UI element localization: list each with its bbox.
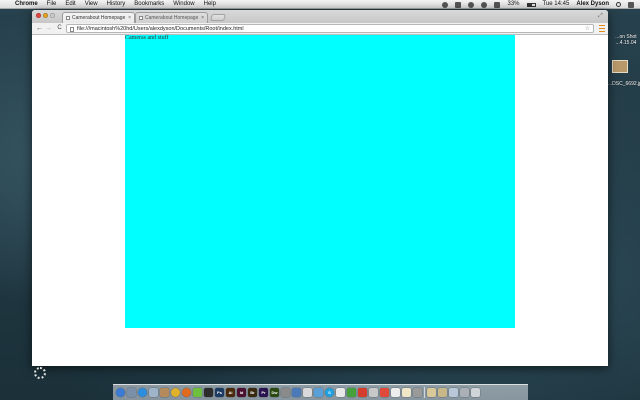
menu-user[interactable]: Alex Dyson xyxy=(576,0,609,9)
app-icon[interactable] xyxy=(281,388,290,397)
app-icon[interactable] xyxy=(347,388,356,397)
desktop-item-label: ...DSC_6692.jpg xyxy=(608,81,640,87)
app-icon[interactable] xyxy=(204,388,213,397)
chrome-icon[interactable] xyxy=(171,388,180,397)
address-bar-input[interactable]: file:///macintosh%20hd/Users/alexdyson/D… xyxy=(66,24,594,33)
safari-icon[interactable] xyxy=(138,388,147,397)
dreamweaver-icon[interactable]: Dw xyxy=(270,388,279,397)
indesign-icon[interactable]: Id xyxy=(237,388,246,397)
notification-center-icon[interactable] xyxy=(628,1,634,8)
page-heading-text: Cameras and stuff xyxy=(125,35,169,41)
time-machine-icon[interactable] xyxy=(455,1,462,8)
itunes-icon[interactable] xyxy=(193,388,202,397)
reload-button[interactable]: C xyxy=(55,24,64,33)
loading-spinner-icon xyxy=(34,367,46,379)
page-favicon-icon xyxy=(66,16,70,20)
photoshop-icon[interactable]: Ps xyxy=(215,388,224,397)
page-content-box: Cameras and stuff xyxy=(125,35,515,328)
folder-icon[interactable] xyxy=(427,388,436,397)
menu-file[interactable]: File xyxy=(47,0,57,9)
app-icon[interactable] xyxy=(314,388,323,397)
volume-icon[interactable] xyxy=(494,1,501,8)
menu-app-name[interactable]: Chrome xyxy=(15,0,38,9)
app-icon[interactable] xyxy=(460,388,469,397)
menu-edit[interactable]: Edit xyxy=(65,0,75,9)
contacts-icon[interactable] xyxy=(160,388,169,397)
close-tab-icon[interactable]: × xyxy=(201,13,204,23)
finder-icon[interactable] xyxy=(116,388,125,397)
chrome-window: Camerabout Homepage × Camerabout Homepag… xyxy=(32,10,608,366)
menu-bookmarks[interactable]: Bookmarks xyxy=(134,0,164,9)
app-icon[interactable] xyxy=(292,388,301,397)
bluetooth-icon[interactable] xyxy=(468,1,475,8)
tab-title: Camerabout Homepage xyxy=(145,15,199,21)
page-favicon-icon xyxy=(139,16,143,20)
zoom-window-button[interactable] xyxy=(50,13,55,18)
premiere-icon[interactable]: Pr xyxy=(259,388,268,397)
skype-icon[interactable]: S xyxy=(325,388,334,397)
close-tab-icon[interactable]: × xyxy=(128,13,131,23)
wifi-icon[interactable] xyxy=(481,1,488,8)
address-bar-url: file:///macintosh%20hd/Users/alexdyson/D… xyxy=(77,26,244,32)
menu-window[interactable]: Window xyxy=(173,0,194,9)
battery-icon[interactable] xyxy=(526,2,536,7)
app-icon[interactable] xyxy=(413,388,422,397)
app-icon[interactable] xyxy=(402,388,411,397)
minimize-window-button[interactable] xyxy=(43,13,48,18)
firefox-icon[interactable] xyxy=(182,388,191,397)
new-tab-button[interactable] xyxy=(210,14,226,21)
menu-bar-left: Chrome File Edit View History Bookmarks … xyxy=(6,0,216,9)
spotlight-search-icon[interactable] xyxy=(616,2,621,7)
page-icon xyxy=(70,26,74,32)
menu-clock[interactable]: Tue 14:45 xyxy=(543,0,570,9)
chrome-menu-icon[interactable] xyxy=(599,25,605,32)
forward-button[interactable]: → xyxy=(44,24,53,33)
browser-toolbar: ← → C file:///macintosh%20hd/Users/alexd… xyxy=(32,23,608,35)
tab-camerabout-active[interactable]: Camerabout Homepage × xyxy=(62,12,135,23)
desktop-item-photo[interactable]: ...DSC_6692.jpg xyxy=(608,81,640,87)
menu-help[interactable]: Help xyxy=(204,0,216,9)
illustrator-icon[interactable]: Ai xyxy=(226,388,235,397)
menu-bar: Chrome File Edit View History Bookmarks … xyxy=(0,0,640,9)
dropbox-icon[interactable] xyxy=(442,1,449,8)
app-icon[interactable] xyxy=(358,388,367,397)
folder-icon[interactable] xyxy=(438,388,447,397)
tab-camerabout-inactive[interactable]: Camerabout Homepage × xyxy=(135,12,208,23)
folder-icon[interactable] xyxy=(449,388,458,397)
desktop-item-label: ...4.15.04 xyxy=(615,40,637,46)
launchpad-icon[interactable] xyxy=(127,388,136,397)
desktop: Chrome File Edit View History Bookmarks … xyxy=(0,0,640,400)
tab-title: Camerabout Homepage xyxy=(72,15,126,21)
bridge-icon[interactable]: Br xyxy=(248,388,257,397)
app-icon[interactable] xyxy=(391,388,400,397)
page-viewport: Cameras and stuff xyxy=(32,35,608,366)
menu-history[interactable]: History xyxy=(107,0,126,9)
battery-percent: 33% xyxy=(507,1,520,7)
bookmark-star-icon[interactable]: ☆ xyxy=(585,25,590,32)
app-icon[interactable] xyxy=(303,388,312,397)
app-icon[interactable] xyxy=(380,388,389,397)
menu-view[interactable]: View xyxy=(85,0,98,9)
dock: Ps Ai Id Br Pr Dw S xyxy=(113,384,528,400)
trash-icon[interactable] xyxy=(471,388,480,397)
fullscreen-icon[interactable]: ⤢ xyxy=(598,13,604,19)
app-icon[interactable] xyxy=(369,388,378,397)
menu-bar-right: 33% Tue 14:45 Alex Dyson xyxy=(442,0,634,9)
desktop-item-thumbnail[interactable] xyxy=(612,60,628,73)
close-window-button[interactable] xyxy=(36,13,41,18)
app-icon[interactable] xyxy=(336,388,345,397)
mail-icon[interactable] xyxy=(149,388,158,397)
dock-separator xyxy=(424,387,425,398)
desktop-item-screenshot[interactable]: ...on Shot ...4.15.04 xyxy=(612,34,640,46)
tab-strip: Camerabout Homepage × Camerabout Homepag… xyxy=(32,10,608,23)
back-button[interactable]: ← xyxy=(35,24,44,33)
